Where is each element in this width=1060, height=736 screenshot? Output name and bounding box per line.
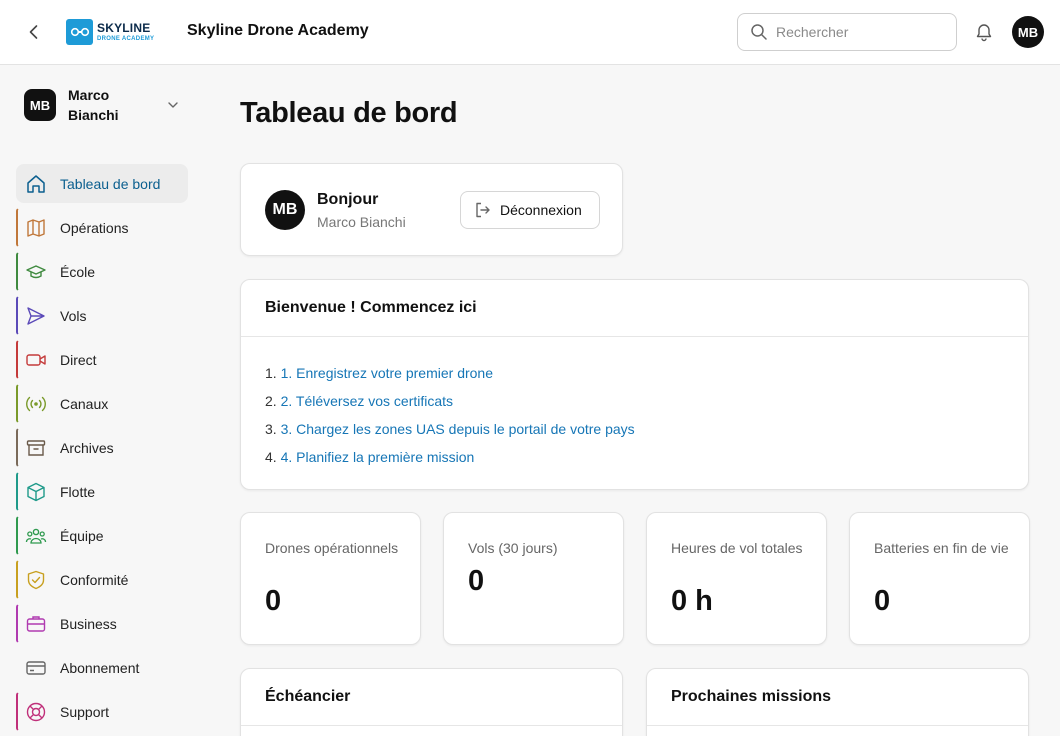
getting-started-title: Bienvenue ! Commencez ici <box>241 280 1028 337</box>
sidebar-item-flights[interactable]: Vols <box>16 296 188 335</box>
stat-label: Drones opérationnels <box>265 540 399 556</box>
sidebar-item-school[interactable]: École <box>16 252 188 291</box>
shield-check-icon <box>24 568 48 592</box>
logo[interactable]: SKYLINE DRONE ACADEMY <box>66 19 154 45</box>
video-icon <box>24 348 48 372</box>
sidebar-item-archives[interactable]: Archives <box>16 428 188 467</box>
step-link-plan-mission[interactable]: 4. Planifiez la première mission <box>281 449 475 465</box>
greeting-title: Bonjour <box>317 191 379 208</box>
list-item: 1. 1. Enregistrez votre premier drone <box>265 359 1004 387</box>
archive-icon <box>24 436 48 460</box>
app-title: Skyline Drone Academy <box>187 22 369 39</box>
schedule-card: Échéancier <box>240 668 623 736</box>
chevron-down-icon <box>168 102 178 108</box>
sidebar-item-label: Flotte <box>60 483 96 500</box>
logout-button[interactable]: Déconnexion <box>460 191 600 229</box>
account-name: Marco Bianchi <box>68 87 119 123</box>
briefcase-icon <box>24 612 48 636</box>
logout-icon <box>476 202 490 218</box>
sidebar-item-label: Vols <box>60 307 87 324</box>
sidebar-nav: Tableau de bord Opérations École Vols Di… <box>16 164 188 736</box>
list-item: 4. 4. Planifiez la première mission <box>265 443 1004 471</box>
sidebar-item-label: Abonnement <box>60 659 140 676</box>
stat-label: Batteries en fin de vie <box>874 540 1009 556</box>
stat-label: Vols (30 jours) <box>468 540 558 556</box>
sidebar-item-label: Business <box>60 615 117 632</box>
sidebar-item-label: Direct <box>60 351 97 368</box>
greeting-card: MB Bonjour Marco Bianchi Déconnexion <box>240 163 623 256</box>
stat-card-batteries: Batteries en fin de vie 0 <box>849 512 1030 645</box>
users-icon <box>24 524 48 548</box>
sidebar-item-label: Canaux <box>60 395 109 412</box>
page-title: Tableau de bord <box>240 97 458 129</box>
credit-card-icon <box>24 656 48 680</box>
sidebar-item-subscription[interactable]: Abonnement <box>16 648 188 687</box>
home-icon <box>24 172 48 196</box>
sidebar-item-channels[interactable]: Canaux <box>16 384 188 423</box>
greeting-avatar: MB <box>265 190 305 230</box>
account-avatar: MB <box>24 89 56 121</box>
sidebar-item-dashboard[interactable]: Tableau de bord <box>16 164 188 203</box>
send-icon <box>24 304 48 328</box>
sidebar-item-team[interactable]: Équipe <box>16 516 188 555</box>
stat-label: Heures de vol totales <box>671 540 803 556</box>
broadcast-icon <box>24 392 48 416</box>
graduation-cap-icon <box>24 260 48 284</box>
greeting-name: Marco Bianchi <box>317 214 406 230</box>
list-item: 3. 3. Chargez les zones UAS depuis le po… <box>265 415 1004 443</box>
step-number: 3. <box>265 421 277 437</box>
sidebar-item-live[interactable]: Direct <box>16 340 188 379</box>
stat-card-flights: Vols (30 jours) 0 <box>443 512 624 645</box>
sidebar-item-support[interactable]: Support <box>16 692 188 731</box>
upcoming-missions-card: Prochaines missions <box>646 668 1029 736</box>
top-bar: SKYLINE DRONE ACADEMY Skyline Drone Acad… <box>0 0 1060 65</box>
drone-logo-icon <box>66 19 93 45</box>
user-avatar[interactable]: MB <box>1012 16 1044 48</box>
cube-icon <box>24 480 48 504</box>
step-number: 2. <box>265 393 277 409</box>
chevron-left-icon <box>29 25 38 39</box>
step-link-load-uas-zones[interactable]: 3. Chargez les zones UAS depuis le porta… <box>281 421 635 437</box>
back-button[interactable] <box>22 20 46 44</box>
step-link-upload-certificates[interactable]: 2. Téléversez vos certificats <box>281 393 453 409</box>
search-input[interactable] <box>776 24 946 40</box>
sidebar-item-compliance[interactable]: Conformité <box>16 560 188 599</box>
sidebar-item-label: Tableau de bord <box>60 175 161 192</box>
sidebar-item-fleet[interactable]: Flotte <box>16 472 188 511</box>
sidebar-item-label: Équipe <box>60 527 104 544</box>
bell-icon <box>976 24 992 42</box>
sidebar-item-label: Opérations <box>60 219 129 236</box>
stat-value: 0 <box>874 585 891 617</box>
stat-card-hours: Heures de vol totales 0 h <box>646 512 827 645</box>
main-content: Tableau de bord MB Bonjour Marco Bianchi… <box>200 65 1060 736</box>
logout-label: Déconnexion <box>500 202 582 218</box>
stat-value: 0 <box>468 565 485 597</box>
getting-started-card: Bienvenue ! Commencez ici 1. 1. Enregist… <box>240 279 1029 490</box>
account-switcher[interactable]: MB Marco Bianchi <box>24 85 184 125</box>
upcoming-missions-title: Prochaines missions <box>647 669 1028 726</box>
search-icon <box>751 24 767 40</box>
sidebar-item-label: Support <box>60 703 110 720</box>
stat-value: 0 <box>265 585 282 617</box>
logo-text-primary: SKYLINE <box>97 21 151 35</box>
sidebar-item-label: Conformité <box>60 571 129 588</box>
logo-text-secondary: DRONE ACADEMY <box>97 36 155 42</box>
sidebar-item-business[interactable]: Business <box>16 604 188 643</box>
getting-started-steps: 1. 1. Enregistrez votre premier drone 2.… <box>241 337 1028 471</box>
sidebar-item-label: Archives <box>60 439 114 456</box>
stat-card-drones: Drones opérationnels 0 <box>240 512 421 645</box>
map-icon <box>24 216 48 240</box>
stat-value: 0 h <box>671 585 713 617</box>
step-link-register-drone[interactable]: 1. Enregistrez votre premier drone <box>281 365 493 381</box>
sidebar-item-label: École <box>60 263 96 280</box>
step-number: 4. <box>265 449 277 465</box>
schedule-title: Échéancier <box>241 669 622 726</box>
notifications-button[interactable] <box>972 20 996 44</box>
sidebar-item-operations[interactable]: Opérations <box>16 208 188 247</box>
sidebar: MB Marco Bianchi Tableau de bord Opérati… <box>0 65 200 736</box>
step-number: 1. <box>265 365 277 381</box>
search-box[interactable] <box>737 13 957 51</box>
list-item: 2. 2. Téléversez vos certificats <box>265 387 1004 415</box>
lifebuoy-icon <box>24 700 48 724</box>
